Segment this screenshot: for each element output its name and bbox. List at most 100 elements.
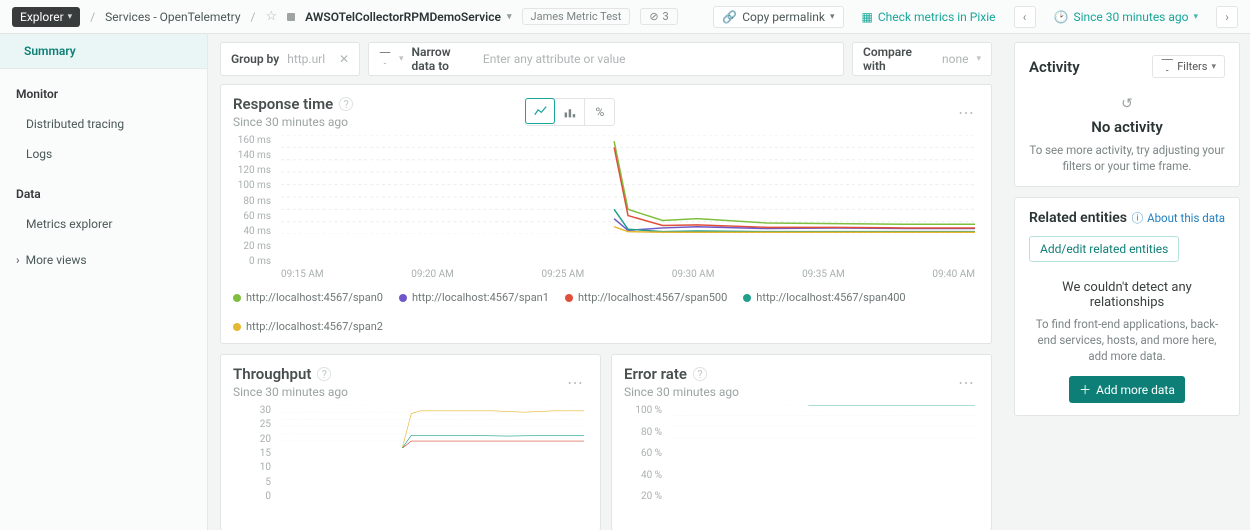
- tag-count: 3: [663, 10, 669, 23]
- about-label: About this data: [1147, 211, 1225, 225]
- filters-label: Filters: [1177, 60, 1207, 73]
- separator: /: [90, 10, 95, 24]
- compare-value: none: [942, 52, 968, 66]
- sidebar-section-data: Data: [0, 169, 207, 209]
- pixie-label: Check metrics in Pixie: [878, 10, 996, 24]
- activity-panel: Activity Filters ▾ ↺ No activity To see …: [1014, 42, 1240, 187]
- throughput-title: Throughput: [233, 365, 311, 383]
- groupby-control[interactable]: Group by http.url ✕: [220, 42, 360, 76]
- metric-test-chip[interactable]: James Metric Test: [522, 8, 631, 25]
- groupby-label: Group by: [231, 52, 279, 66]
- activity-title: Activity: [1029, 58, 1080, 76]
- compare-label: Compare with: [863, 45, 934, 73]
- response-chart: 160 ms140 ms120 ms100 ms80 ms60 ms40 ms2…: [233, 135, 979, 285]
- view-toggle: %: [525, 98, 615, 126]
- related-entities-panel: Related entities ⓘ About this data Add/e…: [1014, 197, 1240, 416]
- narrow-input[interactable]: [481, 51, 833, 67]
- right-column: Activity Filters ▾ ↺ No activity To see …: [1004, 34, 1250, 530]
- legend-item[interactable]: http://localhost:4567/span500: [565, 291, 727, 304]
- about-data-link[interactable]: ⓘ About this data: [1132, 210, 1225, 226]
- chevron-down-icon: ▾: [507, 12, 512, 22]
- header-bar: Explorer ▾ / Services - OpenTelemetry / …: [0, 0, 1250, 34]
- throughput-subtitle: Since 30 minutes ago: [233, 385, 348, 399]
- clock-icon: 🕑: [1054, 10, 1069, 24]
- explorer-label: Explorer: [20, 10, 64, 24]
- health-status-icon: [287, 13, 295, 21]
- response-legend: http://localhost:4567/span0 http://localh…: [233, 291, 979, 333]
- view-bar-button[interactable]: [554, 99, 584, 125]
- time-range-label: Since 30 minutes ago: [1073, 10, 1188, 24]
- chevron-down-icon: ▾: [830, 12, 835, 22]
- activity-filters-button[interactable]: Filters ▾: [1152, 55, 1225, 78]
- breadcrumb-services[interactable]: Services - OpenTelemetry: [105, 10, 240, 24]
- chevron-down-icon: ▾: [976, 54, 981, 64]
- response-time-panel: Response time ? Since 30 minutes ago % ⋯…: [220, 84, 992, 344]
- add-edit-related-button[interactable]: Add/edit related entities: [1029, 236, 1179, 262]
- sidebar-item-logs[interactable]: Logs: [0, 139, 207, 169]
- no-activity-title: No activity: [1029, 118, 1225, 136]
- main-content: Group by http.url ✕ ▾ Narrow data to Com…: [208, 34, 1004, 530]
- error-rate-panel: Error rate ? Since 30 minutes ago ⋯ 100 …: [611, 354, 992, 530]
- legend-item[interactable]: http://localhost:4567/span400: [743, 291, 905, 304]
- compare-control[interactable]: Compare with none ▾: [852, 42, 992, 76]
- sidebar-item-tracing[interactable]: Distributed tracing: [0, 109, 207, 139]
- undo-icon: ↺: [1029, 96, 1225, 112]
- response-title: Response time: [233, 95, 333, 113]
- narrow-control[interactable]: ▾ Narrow data to: [368, 42, 844, 76]
- narrow-label: Narrow data to: [412, 45, 473, 73]
- chevron-down-icon: ▾: [1193, 12, 1198, 22]
- plus-icon: ＋: [1079, 381, 1091, 398]
- funnel-icon: [379, 52, 391, 67]
- chevron-right-icon: ›: [16, 253, 20, 267]
- link-icon: 🔗: [722, 10, 737, 24]
- panel-menu-icon[interactable]: ⋯: [563, 373, 588, 392]
- add-more-label: Add more data: [1096, 383, 1175, 397]
- favorite-star-icon[interactable]: ☆: [265, 9, 277, 24]
- legend-item[interactable]: http://localhost:4567/span2: [233, 320, 383, 333]
- info-icon[interactable]: ?: [693, 367, 707, 381]
- no-activity-hint: To see more activity, try adjusting your…: [1029, 142, 1225, 174]
- copy-permalink-button[interactable]: 🔗 Copy permalink ▾: [713, 6, 843, 28]
- check-pixie-link[interactable]: ▦ Check metrics in Pixie: [854, 7, 1004, 27]
- legend-item[interactable]: http://localhost:4567/span1: [399, 291, 549, 304]
- clear-groupby-icon[interactable]: ✕: [339, 52, 349, 66]
- separator: /: [251, 10, 256, 24]
- related-empty-body: To find front-end applications, back-end…: [1029, 316, 1225, 364]
- chevron-down-icon: ▾: [68, 12, 73, 22]
- explorer-pill[interactable]: Explorer ▾: [12, 7, 80, 27]
- entity-name: AWSOTelCollectorRPMDemoService: [305, 10, 501, 24]
- time-prev-button[interactable]: ‹: [1014, 6, 1036, 28]
- view-percent-button[interactable]: %: [584, 99, 614, 125]
- info-icon[interactable]: ?: [317, 367, 331, 381]
- info-icon[interactable]: ?: [339, 97, 353, 111]
- groupby-value: http.url: [287, 52, 325, 66]
- sidebar-item-metrics-explorer[interactable]: Metrics explorer: [0, 209, 207, 239]
- chevron-down-icon[interactable]: ▾: [399, 54, 404, 64]
- related-empty-title: We couldn't detect any relationships: [1029, 280, 1225, 310]
- error-subtitle: Since 30 minutes ago: [624, 385, 739, 399]
- response-subtitle: Since 30 minutes ago: [233, 115, 353, 129]
- chevron-down-icon: ▾: [1211, 62, 1216, 72]
- info-icon: ⓘ: [1132, 210, 1144, 226]
- throughput-chart: 302520151050: [233, 405, 588, 520]
- legend-item[interactable]: http://localhost:4567/span0: [233, 291, 383, 304]
- sidebar: Summary Monitor Distributed tracing Logs…: [0, 34, 208, 530]
- copy-permalink-label: Copy permalink: [742, 10, 825, 24]
- more-views-label: More views: [26, 253, 87, 267]
- tag-icon: ⊘: [649, 10, 658, 23]
- panel-menu-icon[interactable]: ⋯: [954, 373, 979, 392]
- view-line-button[interactable]: [525, 98, 555, 124]
- sidebar-more-views[interactable]: › More views: [0, 239, 207, 281]
- sidebar-summary-tab[interactable]: Summary: [0, 34, 207, 69]
- error-chart: 100 %80 %60 %40 %20 %: [624, 405, 979, 520]
- funnel-icon: [1161, 59, 1173, 74]
- time-range-picker[interactable]: 🕑 Since 30 minutes ago ▾: [1046, 7, 1207, 27]
- panel-menu-icon[interactable]: ⋯: [954, 103, 979, 122]
- grid-icon: ▦: [862, 10, 873, 24]
- throughput-panel: Throughput ? Since 30 minutes ago ⋯ 3025…: [220, 354, 601, 530]
- tag-count-chip[interactable]: ⊘ 3: [640, 8, 677, 25]
- time-next-button[interactable]: ›: [1216, 6, 1238, 28]
- error-title: Error rate: [624, 365, 687, 383]
- entity-selector[interactable]: AWSOTelCollectorRPMDemoService ▾: [305, 10, 511, 24]
- add-more-data-button[interactable]: ＋ Add more data: [1069, 376, 1185, 403]
